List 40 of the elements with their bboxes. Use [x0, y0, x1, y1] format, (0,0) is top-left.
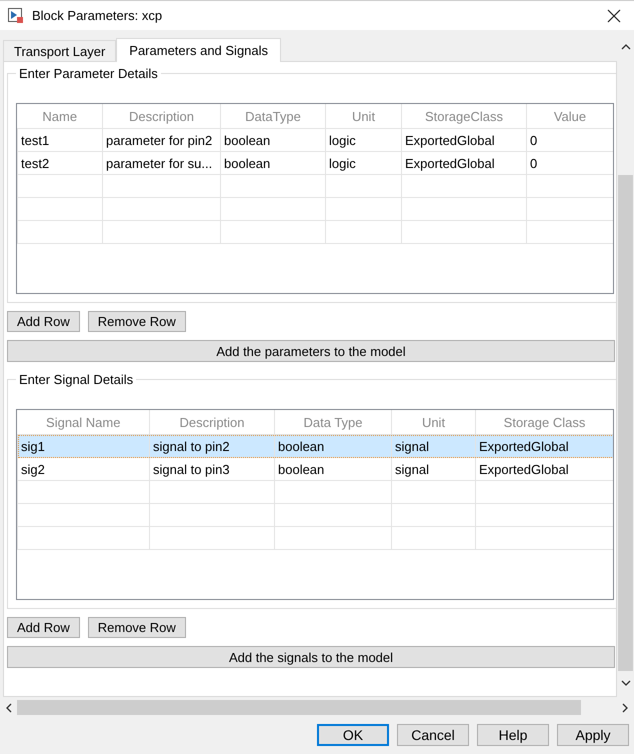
dialog-button[interactable]: OK	[317, 724, 389, 746]
add-to-model-button[interactable]: Add the parameters to the model	[7, 340, 615, 362]
table-cell: logic	[326, 128, 402, 152]
remove-row-button[interactable]: Remove Row	[88, 311, 186, 332]
tab[interactable]: Transport Layer	[3, 40, 116, 61]
tab[interactable]: Parameters and Signals	[116, 38, 282, 62]
table-cell: parameter for su...	[102, 152, 220, 174]
table-cell: sig2	[18, 458, 150, 480]
table-cell: test2	[18, 152, 102, 174]
group-label: Enter Signal Details	[18, 372, 134, 387]
add-to-model-button[interactable]: Add the signals to the model	[7, 646, 615, 668]
add-row-button[interactable]: Add Row	[7, 311, 80, 332]
group-label: Enter Parameter Details	[18, 66, 159, 81]
table-cell: ExportedGlobal	[402, 128, 526, 152]
scroll-left-icon[interactable]	[5, 702, 13, 712]
dialog-button[interactable]: Cancel	[397, 724, 469, 746]
table-cell: test1	[18, 128, 102, 152]
table-cell: boolean	[220, 152, 326, 174]
table-cell: signal to pin3	[150, 458, 274, 480]
table-cell: signal	[392, 434, 476, 458]
scroll-down-icon[interactable]	[620, 679, 630, 687]
add-row-button[interactable]: Add Row	[7, 617, 80, 638]
close-icon	[607, 8, 621, 22]
window-title: Block Parameters: xcp	[32, 8, 164, 23]
table-cell: signal	[392, 458, 476, 480]
scroll-right-icon[interactable]	[621, 702, 629, 712]
dialog-button[interactable]: Apply	[557, 724, 629, 746]
table-cell: parameter for pin2	[102, 128, 220, 152]
table-cell: sig1	[18, 434, 150, 458]
selected-row[interactable]: sig1 signal to pin2 boolean signal ExportedGlobal	[18, 434, 613, 458]
block-icon	[8, 8, 24, 24]
table-cell: signal to pin2	[150, 434, 274, 458]
remove-row-button[interactable]: Remove Row	[88, 617, 186, 638]
table-cell: boolean	[220, 128, 326, 152]
dialog-button[interactable]: Help	[477, 724, 549, 746]
table-cell: boolean	[274, 458, 392, 480]
table-cell: ExportedGlobal	[402, 152, 526, 174]
scroll-up-icon[interactable]	[620, 43, 630, 51]
table-cell: boolean	[274, 434, 392, 458]
table-cell: logic	[326, 152, 402, 174]
